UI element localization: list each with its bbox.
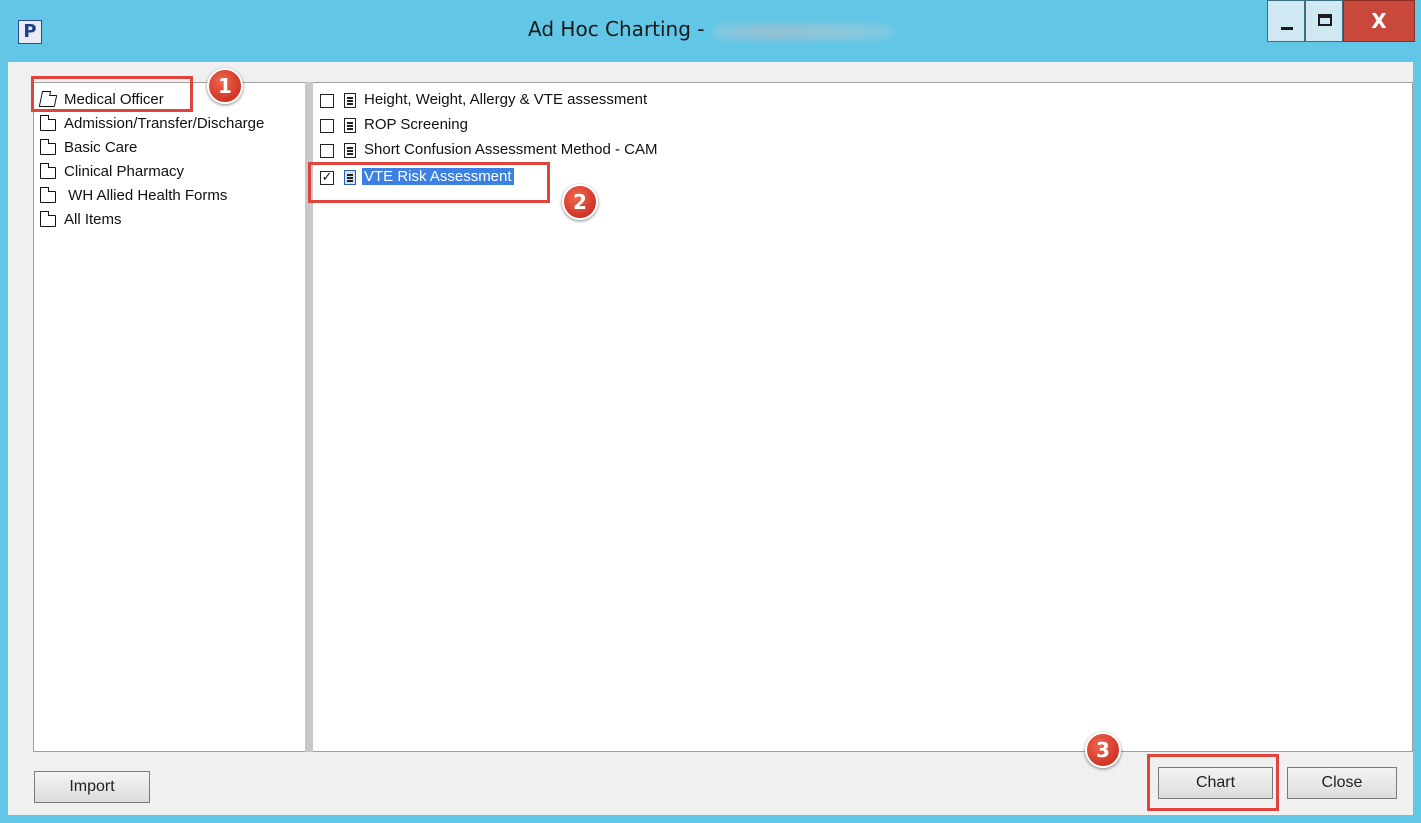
minimize-icon xyxy=(1281,27,1293,30)
minimize-button[interactable] xyxy=(1267,0,1305,42)
title-bar[interactable]: P Ad Hoc Charting - X xyxy=(0,0,1421,62)
folder-icon xyxy=(39,139,56,155)
folder-label: Admission/Transfer/Discharge xyxy=(64,115,265,132)
ad-hoc-charting-window: P Ad Hoc Charting - X Medical Officer Ad… xyxy=(0,0,1421,823)
document-icon xyxy=(344,93,356,108)
document-icon xyxy=(344,143,356,158)
window-title: Ad Hoc Charting - xyxy=(528,17,705,41)
redacted-patient-name xyxy=(712,23,893,40)
item-label: Height, Weight, Allergy & VTE assessment xyxy=(364,91,648,108)
callout-badge-3: 3 xyxy=(1085,732,1121,768)
folder-label: WH Allied Health Forms xyxy=(64,187,228,204)
callout-badge-2: 2 xyxy=(562,184,598,220)
folder-label: Basic Care xyxy=(64,139,138,156)
callout-box-3 xyxy=(1147,754,1279,811)
maximize-button[interactable] xyxy=(1305,0,1343,42)
document-icon xyxy=(344,118,356,133)
folder-label: All Items xyxy=(64,211,122,228)
import-button[interactable]: Import xyxy=(34,771,150,803)
folder-icon xyxy=(39,211,56,227)
callout-badge-1: 1 xyxy=(207,68,243,104)
close-window-button[interactable]: X xyxy=(1343,0,1415,42)
folder-label: Clinical Pharmacy xyxy=(64,163,185,180)
callout-box-1 xyxy=(31,76,193,112)
title-container: Ad Hoc Charting - xyxy=(0,17,1421,41)
item-checkbox[interactable] xyxy=(320,94,334,108)
maximize-icon xyxy=(1318,14,1332,26)
folder-icon xyxy=(39,163,56,179)
callout-box-2 xyxy=(308,162,550,203)
close-icon: X xyxy=(1371,9,1387,33)
item-label: ROP Screening xyxy=(364,116,468,133)
folder-icon xyxy=(39,187,56,203)
folder-icon xyxy=(39,115,56,131)
close-button[interactable]: Close xyxy=(1287,767,1397,799)
item-checkbox[interactable] xyxy=(320,144,334,158)
item-checkbox[interactable] xyxy=(320,119,334,133)
folder-tree: Medical Officer Admission/Transfer/Disch… xyxy=(33,82,311,752)
dialog-client-area: Medical Officer Admission/Transfer/Disch… xyxy=(8,62,1413,815)
item-label: Short Confusion Assessment Method - CAM xyxy=(364,141,658,158)
